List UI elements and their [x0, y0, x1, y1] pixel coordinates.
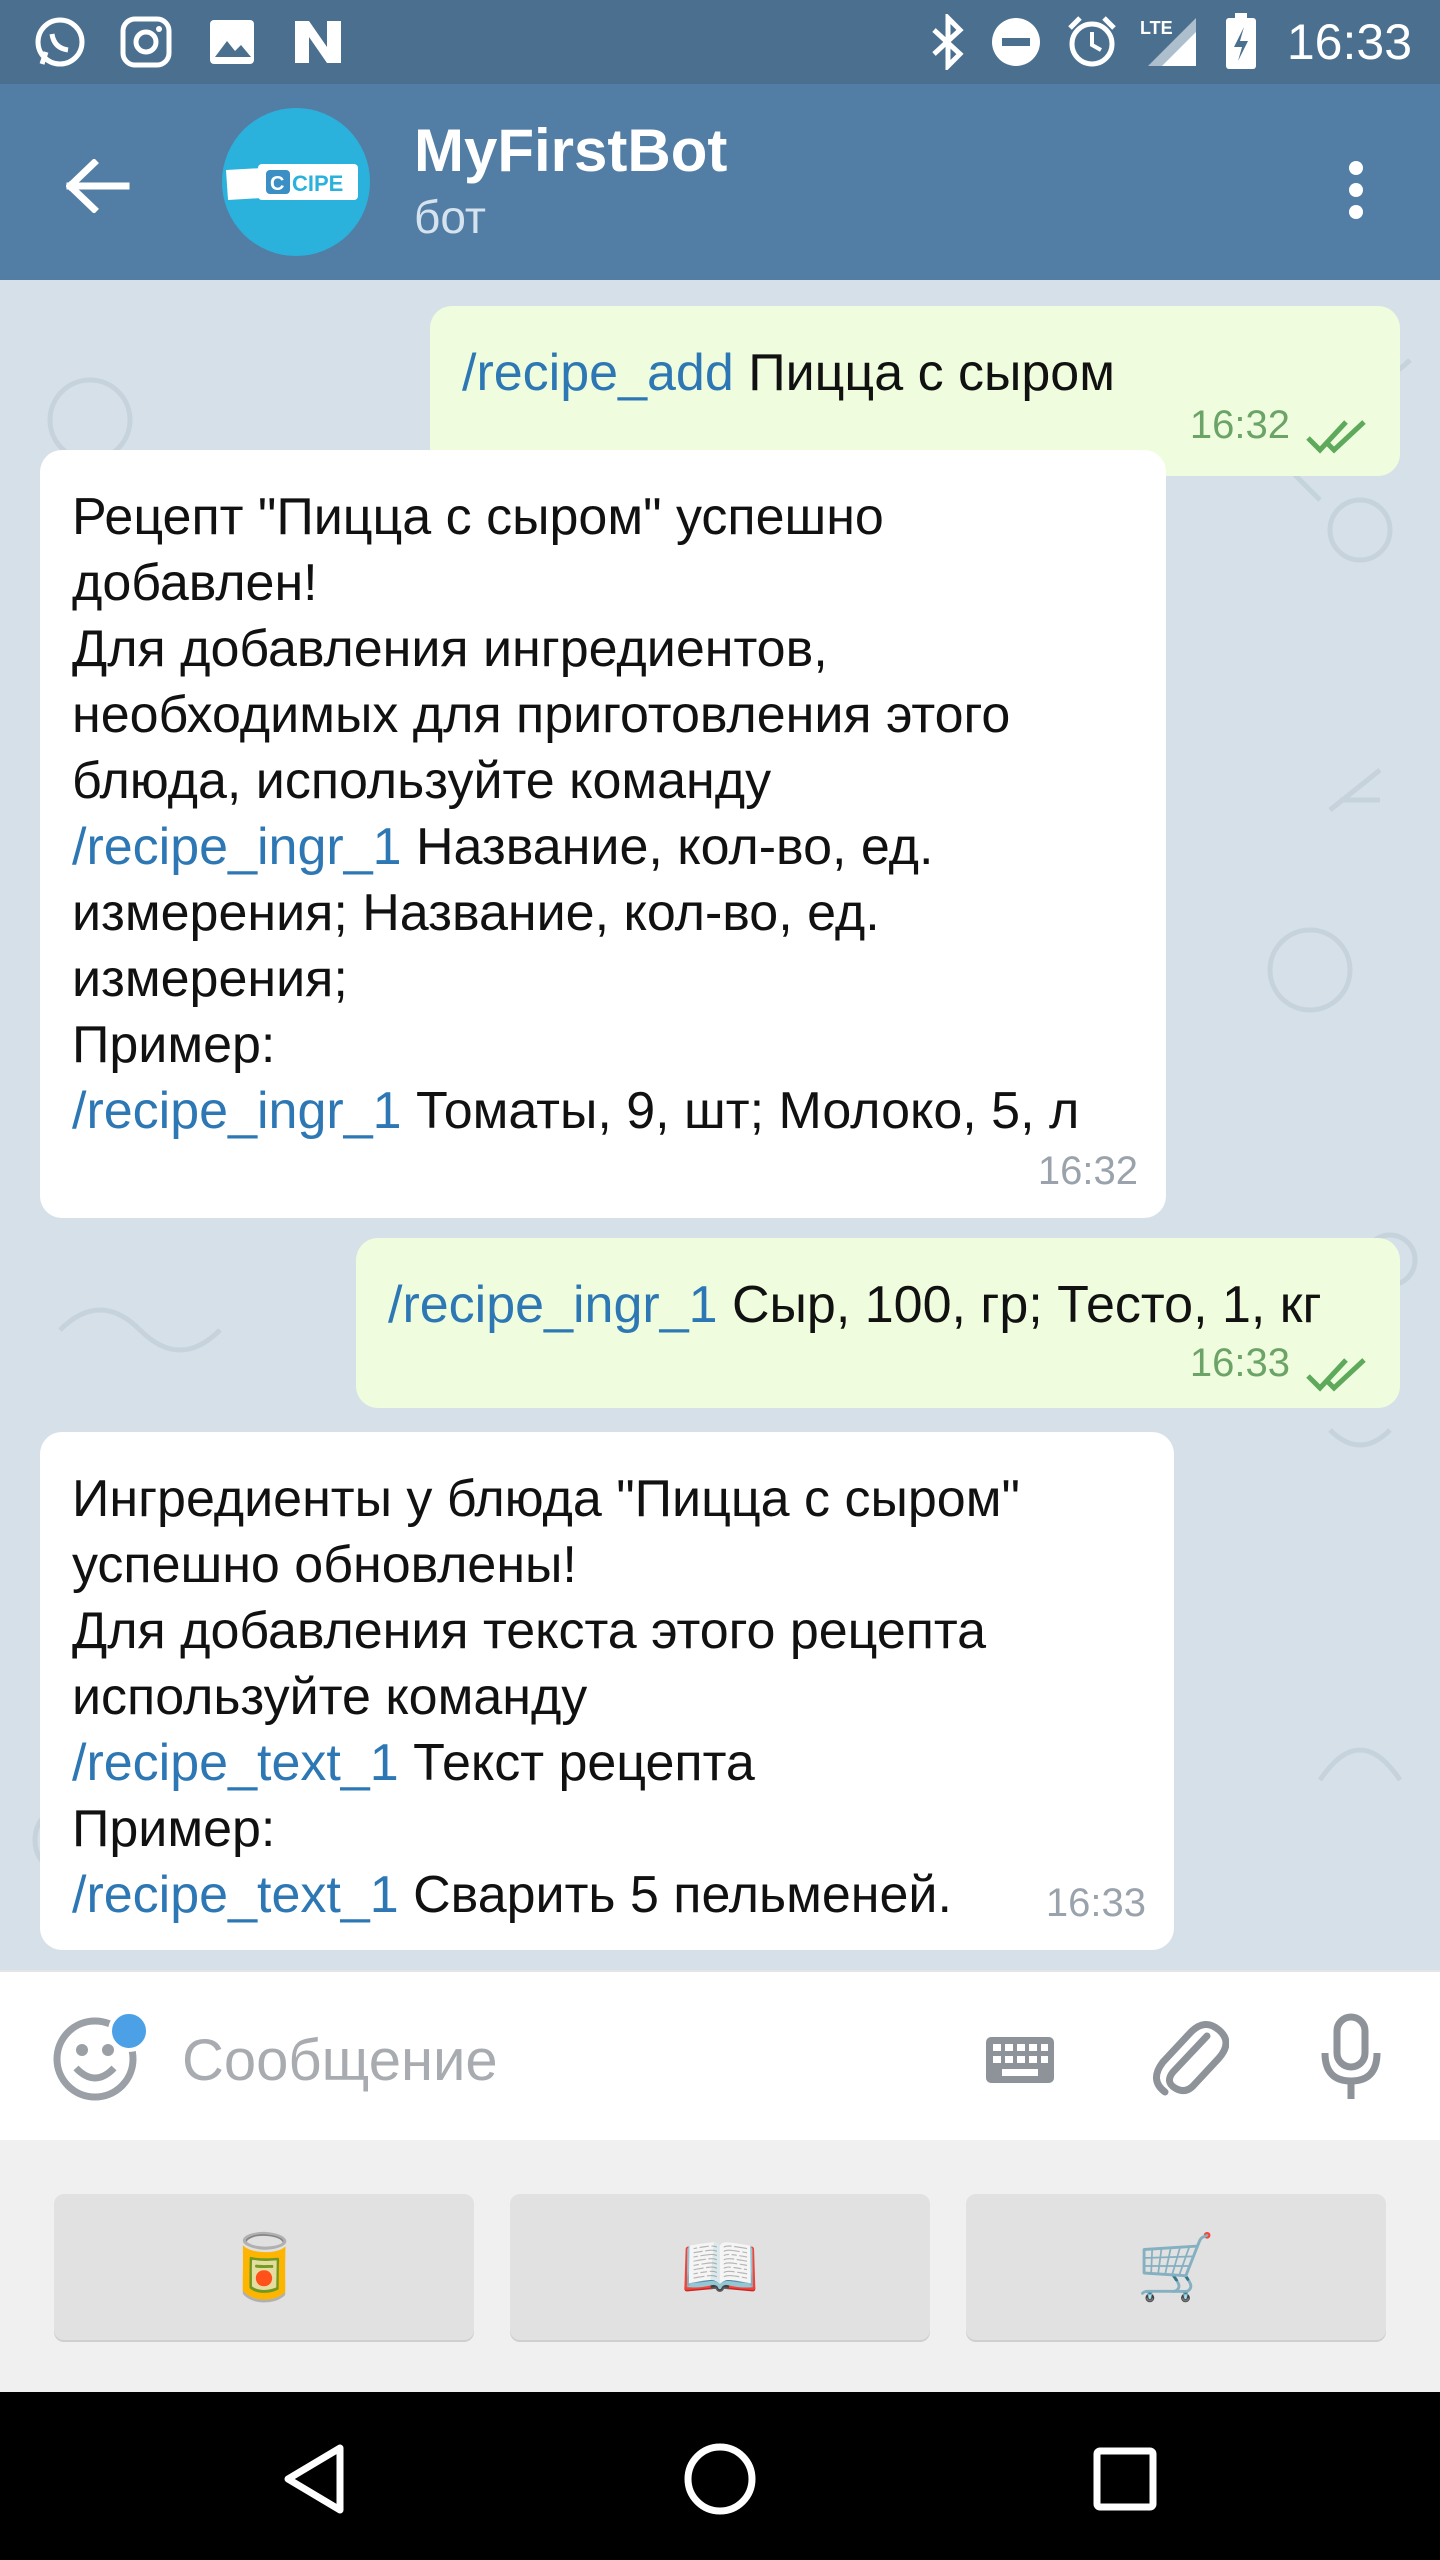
message-line: используйте команду — [72, 1668, 588, 1726]
nav-back-button[interactable] — [270, 2434, 360, 2524]
double-check-icon — [1306, 420, 1366, 454]
message-line: /recipe_text_1 Сварить 5 пельменей. — [72, 1862, 1142, 1928]
message-text: Сыр, 100, гр; Тесто, 1, кг — [717, 1276, 1322, 1334]
command-link[interactable]: /recipe_ingr_1 — [72, 818, 402, 876]
news-icon — [288, 12, 348, 72]
bot-reply-keyboard: 🥫 📖 🛒 — [0, 2140, 1440, 2392]
message-line: Пример: — [72, 1016, 276, 1074]
avatar[interactable]: C CIPE — [222, 108, 370, 256]
bot-keyboard-toggle[interactable] — [980, 2020, 1060, 2100]
whatsapp-icon — [30, 12, 90, 72]
alarm-icon — [1062, 12, 1122, 72]
back-triangle-icon — [284, 2444, 344, 2514]
do-not-disturb-icon — [986, 12, 1046, 72]
paperclip-icon — [1153, 2021, 1229, 2096]
command-link[interactable]: /recipe_text_1 — [72, 1866, 399, 1924]
shopping-cart-icon: 🛒 — [1136, 2230, 1216, 2303]
notification-dot — [108, 2010, 150, 2052]
status-bar: LTE 16:33 — [0, 0, 1440, 84]
message-line: Ингредиенты у блюда "Пицца с сыром" — [72, 1470, 1020, 1528]
message-line: измерения; Название, кол-во, ед. — [72, 884, 880, 942]
message-time: 16:32 — [1037, 1149, 1138, 1193]
back-button[interactable] — [50, 138, 146, 234]
keyboard-icon — [986, 2037, 1054, 2083]
message-input-bar — [0, 1970, 1440, 2142]
gallery-icon — [202, 12, 262, 72]
command-link[interactable]: /recipe_text_1 — [72, 1734, 399, 1792]
message-line: блюда, используйте команду — [72, 752, 772, 810]
message-text: Текст рецепта — [398, 1734, 755, 1792]
message-bubble-incoming[interactable]: Ингредиенты у блюда "Пицца с сыром" успе… — [40, 1432, 1174, 1950]
message-line: Для добавления ингредиентов, — [72, 620, 828, 678]
message-time: 16:33 — [1045, 1881, 1146, 1925]
message-bubble-outgoing[interactable]: /recipe_ingr_1 Сыр, 100, гр; Тесто, 1, к… — [356, 1238, 1400, 1408]
message-line: измерения; — [72, 950, 348, 1008]
message-text: Сварить 5 пельменей. — [398, 1866, 952, 1924]
message-line: /recipe_ingr_1 Название, кол-во, ед. — [72, 814, 1134, 880]
svg-text:LTE: LTE — [1140, 18, 1173, 38]
message-line: добавлен! — [72, 554, 318, 612]
message-text: Название, кол-во, ед. — [401, 818, 934, 876]
battery-icon — [1218, 12, 1264, 72]
chat-history[interactable]: /recipe_add Пицца с сыром 16:32 Рецепт "… — [0, 280, 1440, 1970]
bot-key-canned-food[interactable]: 🥫 — [54, 2194, 474, 2340]
voice-message-button[interactable] — [1306, 2010, 1396, 2106]
message-line: /recipe_ingr_1 Томаты, 9, шт; Молоко, 5,… — [72, 1078, 1134, 1144]
more-options-button[interactable] — [1318, 142, 1394, 238]
message-line: успешно обновлены! — [72, 1536, 577, 1594]
message-line: необходимых для приготовления этого — [72, 686, 1011, 744]
chat-toolbar: C CIPE MyFirstBot бот — [0, 84, 1440, 280]
command-link[interactable]: /recipe_add — [462, 344, 734, 402]
message-time: 16:32 — [1189, 403, 1290, 447]
bot-logo-icon: C CIPE — [226, 164, 358, 200]
svg-text:C: C — [270, 173, 284, 195]
recents-square-icon — [1093, 2447, 1157, 2511]
more-vert-icon — [1349, 161, 1363, 219]
lte-signal-icon: LTE — [1136, 12, 1202, 72]
bluetooth-icon — [918, 12, 978, 72]
chat-title[interactable]: MyFirstBot — [414, 116, 727, 185]
open-book-icon: 📖 — [680, 2230, 760, 2303]
status-time: 16:33 — [1286, 14, 1412, 70]
message-line: /recipe_text_1 Текст рецепта — [72, 1730, 1142, 1796]
bot-key-cart[interactable]: 🛒 — [966, 2194, 1386, 2340]
svg-text:CIPE: CIPE — [292, 171, 343, 196]
command-link[interactable]: /recipe_ingr_1 — [72, 1082, 402, 1140]
home-circle-icon — [684, 2443, 756, 2515]
message-line: Пример: — [72, 1800, 276, 1858]
message-line: Рецепт "Пицца с сыром" успешно — [72, 488, 884, 546]
message-time: 16:33 — [1189, 1341, 1290, 1385]
canned-food-icon: 🥫 — [224, 2230, 304, 2303]
message-text: Томаты, 9, шт; Молоко, 5, л — [401, 1082, 1080, 1140]
nav-home-button[interactable] — [675, 2434, 765, 2524]
microphone-icon — [1321, 2013, 1381, 2099]
system-navigation-bar — [0, 2392, 1440, 2560]
message-text: Пицца с сыром — [733, 344, 1115, 402]
bot-key-book[interactable]: 📖 — [510, 2194, 930, 2340]
attach-button[interactable] — [1144, 2014, 1234, 2104]
command-link[interactable]: /recipe_ingr_1 — [388, 1276, 718, 1334]
double-check-icon — [1306, 1358, 1366, 1392]
message-line: Для добавления текста этого рецепта — [72, 1602, 987, 1660]
arrow-back-icon — [66, 159, 130, 213]
message-bubble-incoming[interactable]: Рецепт "Пицца с сыром" успешно добавлен!… — [40, 450, 1166, 1218]
chat-subtitle: бот — [414, 191, 486, 243]
instagram-icon — [116, 12, 176, 72]
message-input[interactable] — [180, 2014, 944, 2106]
nav-recents-button[interactable] — [1080, 2434, 1170, 2524]
